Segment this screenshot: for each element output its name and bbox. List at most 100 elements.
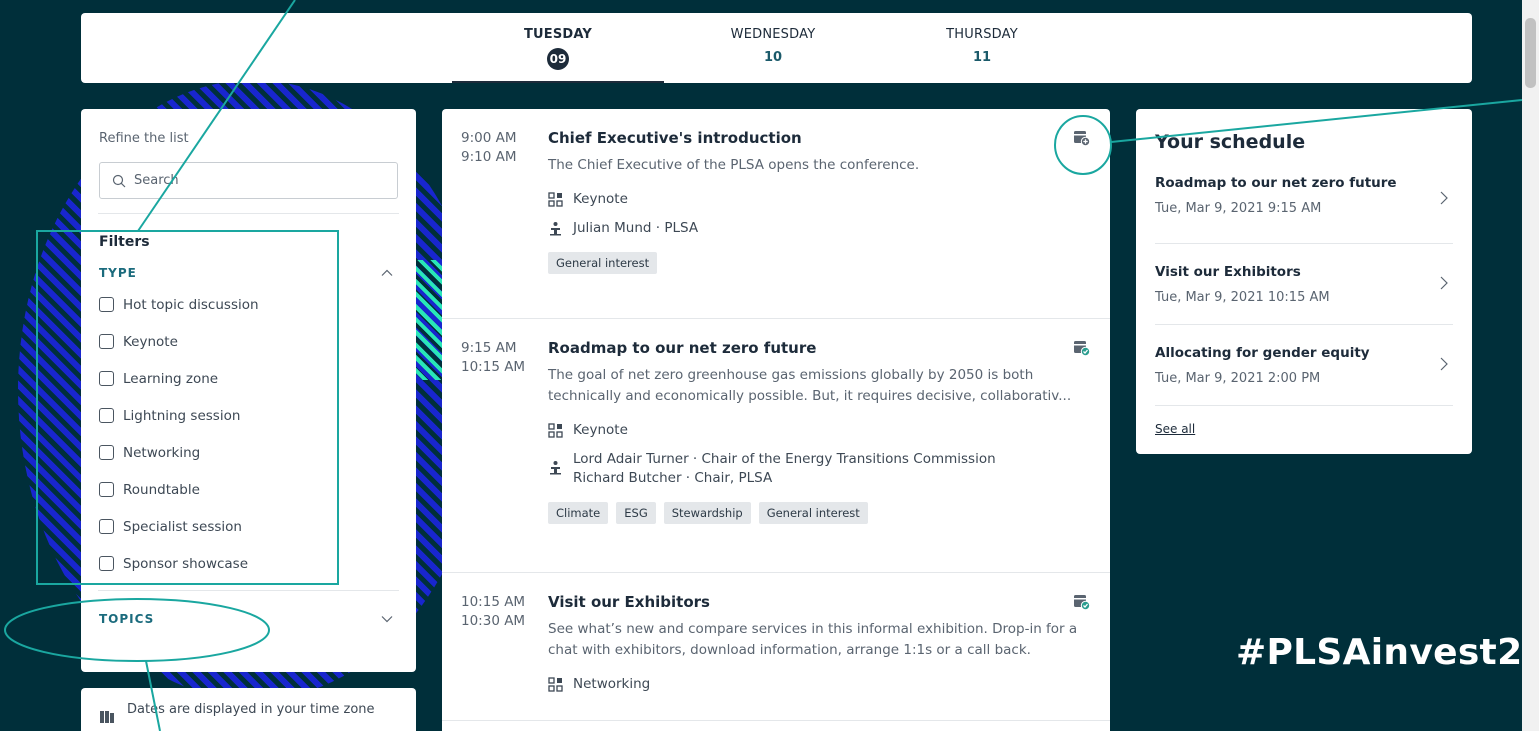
filter-option[interactable]: Hot topic discussion — [99, 286, 398, 323]
checkbox[interactable] — [99, 482, 114, 497]
filter-option-label: Networking — [123, 444, 201, 461]
day-number: 11 — [972, 50, 992, 65]
session-title[interactable]: Chief Executive's introduction — [548, 129, 1088, 147]
filter-option[interactable]: Lightning session — [99, 397, 398, 434]
search-icon — [112, 174, 126, 187]
checkbox[interactable] — [99, 334, 114, 349]
filter-option-label: Sponsor showcase — [123, 555, 249, 572]
day-number: 09 — [547, 48, 569, 70]
session-item[interactable]: 9:15 AM 10:15 AM Roadmap to our net zero… — [442, 319, 1110, 573]
grid-icon — [548, 192, 563, 207]
event-hashtag: #PLSAinvest21 — [1236, 632, 1539, 673]
checkbox[interactable] — [99, 297, 114, 312]
topic-tag: ESG — [616, 502, 656, 524]
book-icon — [100, 711, 114, 723]
checkbox[interactable] — [99, 445, 114, 460]
divider — [98, 213, 399, 214]
schedule-item[interactable]: Roadmap to our net zero future Tue, Mar … — [1155, 153, 1453, 244]
type-options: Hot topic discussion Keynote Learning zo… — [99, 286, 398, 582]
schedule-item-name: Allocating for gender equity — [1155, 345, 1370, 361]
session-tags: Climate ESG Stewardship General interest — [548, 502, 1088, 524]
schedule-item[interactable]: Visit our Exhibitors Tue, Mar 9, 2021 10… — [1155, 244, 1453, 325]
filter-option[interactable]: Learning zone — [99, 360, 398, 397]
topics-section-toggle[interactable]: TOPICS — [99, 599, 398, 639]
session-end: 9:10 AM — [461, 149, 517, 165]
day-name: TUESDAY — [523, 27, 593, 42]
filter-option-label: Specialist session — [123, 518, 242, 535]
filter-option[interactable]: Networking — [99, 434, 398, 471]
session-time: 9:00 AM 9:10 AM — [461, 129, 517, 167]
checkbox[interactable] — [99, 408, 114, 423]
search-input[interactable] — [134, 173, 384, 188]
schedule-item-date: Tue, Mar 9, 2021 9:15 AM — [1155, 201, 1322, 216]
see-all-link[interactable]: See all — [1155, 422, 1195, 436]
session-title[interactable]: Visit our Exhibitors — [548, 593, 1088, 611]
scrollbar-thumb[interactable] — [1525, 18, 1536, 88]
podium-icon — [550, 222, 561, 236]
session-start: 10:15 AM — [461, 594, 526, 610]
day-tabs: TUESDAY 09 WEDNESDAY 10 THURSDAY 11 — [81, 13, 1472, 83]
tab-thursday[interactable]: THURSDAY 11 — [876, 13, 1088, 83]
session-title[interactable]: Roadmap to our net zero future — [548, 339, 1088, 357]
session-body: Visit our Exhibitors See what’s new and … — [548, 593, 1088, 694]
chevron-up-icon — [381, 269, 393, 276]
divider — [98, 590, 399, 591]
filter-option[interactable]: Sponsor showcase — [99, 545, 398, 582]
calendar-add-icon[interactable] — [1073, 129, 1090, 146]
session-item[interactable]: 9:00 AM 9:10 AM Chief Executive's introd… — [442, 109, 1110, 319]
session-start: 9:00 AM — [461, 130, 517, 146]
topic-tag: General interest — [548, 252, 658, 274]
search-box — [99, 162, 398, 199]
speaker: Julian Mund · PLSA — [573, 220, 699, 236]
session-speakers: Lord Adair Turner · Chair of the Energy … — [548, 450, 1088, 488]
session-time: 9:15 AM 10:15 AM — [461, 339, 525, 377]
filter-option[interactable]: Specialist session — [99, 508, 398, 545]
topic-tag: Stewardship — [663, 502, 751, 524]
refine-label: Refine the list — [99, 131, 189, 146]
session-type: Keynote — [548, 421, 1088, 440]
session-type: Keynote — [548, 190, 1088, 209]
session-start: 9:15 AM — [461, 340, 517, 356]
filters-title: Filters — [99, 234, 150, 250]
filter-option-label: Hot topic discussion — [123, 296, 259, 313]
schedule-item-name: Roadmap to our net zero future — [1155, 175, 1397, 191]
session-body: Roadmap to our net zero future The goal … — [548, 339, 1088, 524]
filter-option-label: Roundtable — [123, 481, 200, 498]
session-type-label: Keynote — [573, 422, 628, 438]
day-name: THURSDAY — [946, 27, 1018, 42]
filter-option[interactable]: Keynote — [99, 323, 398, 360]
topic-tag: General interest — [758, 502, 868, 524]
filter-option[interactable]: Roundtable — [99, 471, 398, 508]
checkbox[interactable] — [99, 371, 114, 386]
chevron-right-icon — [1440, 276, 1448, 290]
schedule-item[interactable]: Allocating for gender equity Tue, Mar 9,… — [1155, 325, 1453, 406]
schedule-item-name: Visit our Exhibitors — [1155, 264, 1301, 280]
speaker: Lord Adair Turner · Chair of the Energy … — [573, 451, 996, 467]
topic-tag: Climate — [548, 502, 609, 524]
calendar-check-icon[interactable] — [1073, 593, 1090, 610]
calendar-check-icon[interactable] — [1073, 339, 1090, 356]
session-body: Chief Executive's introduction The Chief… — [548, 129, 1088, 274]
tab-tuesday[interactable]: TUESDAY 09 — [452, 13, 664, 83]
checkbox[interactable] — [99, 556, 114, 571]
session-end: 10:15 AM — [461, 359, 526, 375]
filter-option-label: Lightning session — [123, 407, 241, 424]
session-speakers: Julian Mund · PLSA — [548, 219, 1088, 238]
timezone-note: Dates are displayed in your time zone — [81, 688, 416, 731]
your-schedule-panel: Your schedule Roadmap to our net zero fu… — [1136, 109, 1472, 454]
page-scrollbar[interactable] — [1522, 0, 1539, 731]
chevron-right-icon — [1440, 191, 1448, 205]
grid-icon — [548, 677, 563, 692]
filter-panel: Refine the list Filters TYPE Hot topic d… — [81, 109, 416, 672]
session-item[interactable]: 10:15 AM 10:30 AM Visit our Exhibitors S… — [442, 573, 1110, 721]
tab-wednesday[interactable]: WEDNESDAY 10 — [667, 13, 879, 83]
session-list: 9:00 AM 9:10 AM Chief Executive's introd… — [442, 109, 1110, 731]
filter-option-label: Keynote — [123, 333, 178, 350]
session-tags: General interest — [548, 252, 1088, 274]
schedule-title: Your schedule — [1155, 131, 1306, 153]
type-section-toggle[interactable]: TYPE — [99, 266, 398, 280]
podium-icon — [550, 461, 561, 475]
session-end: 10:30 AM — [461, 613, 526, 629]
session-type-label: Keynote — [573, 191, 628, 207]
checkbox[interactable] — [99, 519, 114, 534]
